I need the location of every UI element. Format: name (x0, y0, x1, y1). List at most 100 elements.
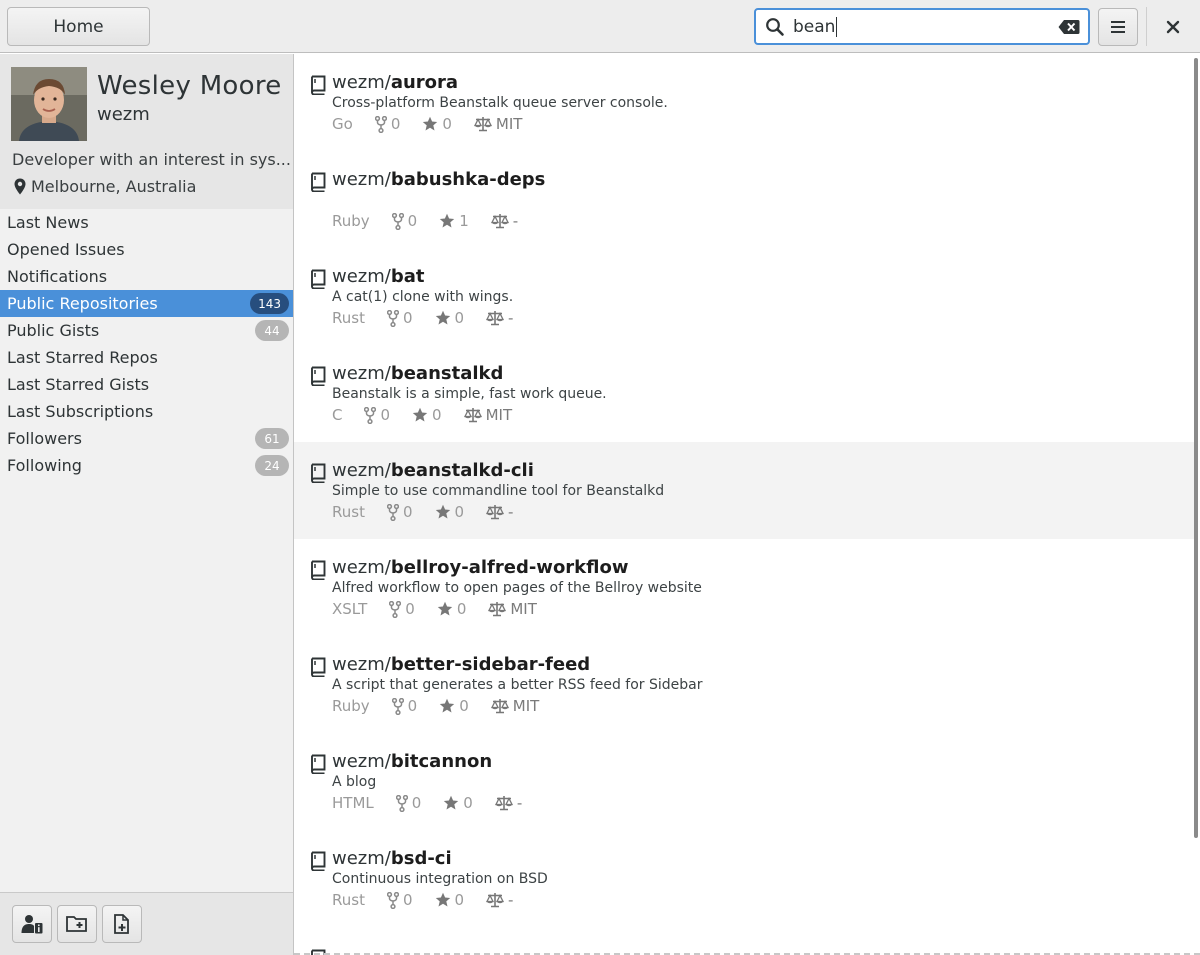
repo-meta: C 0 0 MIT (332, 406, 512, 424)
star-count: 0 (442, 115, 452, 133)
repo-full-name[interactable]: wezm/bitcannon (332, 751, 492, 772)
repo-forks: 0 (374, 115, 400, 133)
sidebar: Wesley Moore wezm Developer with an inte… (0, 54, 294, 955)
fork-icon (391, 697, 404, 715)
menu-button[interactable] (1098, 8, 1138, 46)
star-icon (423, 116, 438, 131)
search-input[interactable]: bean (754, 8, 1090, 45)
star-count: 0 (432, 406, 442, 424)
text-caret (836, 16, 838, 37)
repo-list-item[interactable]: wezm/aurora Cross-platform Beanstalk que… (294, 54, 1196, 151)
repo-list-item[interactable]: wezm/beanstalkd Beanstalk is a simple, f… (294, 345, 1196, 442)
sidebar-item-followers[interactable]: Followers 61 (0, 425, 293, 452)
repo-list-item[interactable]: wezm/bat A cat(1) clone with wings. Rust… (294, 248, 1196, 345)
home-button[interactable]: Home (7, 7, 150, 46)
repo-owner: wezm/ (332, 363, 391, 384)
star-icon (435, 892, 450, 907)
sidebar-nav: Last News Opened Issues Notifications Pu… (0, 209, 293, 479)
repo-language: Go (332, 115, 353, 133)
location-pin-icon (14, 178, 26, 195)
repo-name: beanstalkd-cli (390, 460, 534, 481)
fork-count: 0 (411, 794, 422, 812)
repo-full-name[interactable]: wezm/better-sidebar-feed (332, 654, 590, 675)
fork-count: 0 (405, 600, 415, 618)
sidebar-item-public-gists[interactable]: Public Gists 44 (0, 317, 293, 344)
repo-full-name[interactable]: wezm/beanstalkd (332, 363, 503, 384)
repo-full-name[interactable]: wezm/beanstalkd-cli (332, 460, 534, 481)
repo-full-name[interactable]: wezm/bsd-ci (332, 848, 452, 869)
repo-meta: Ruby 0 0 MIT (332, 697, 539, 715)
repo-forks: 0 (395, 794, 422, 812)
repo-full-name[interactable]: wezm/aurora (332, 72, 458, 93)
sidebar-footer (0, 892, 293, 955)
repo-meta: Ruby 0 1 - (332, 212, 518, 230)
fork-count: 0 (407, 697, 418, 715)
license-name: MIT (512, 697, 540, 715)
star-count: 0 (454, 309, 465, 327)
scales-icon (473, 117, 492, 132)
close-icon (1166, 20, 1180, 34)
star-count: 0 (459, 697, 469, 715)
repo-full-name[interactable]: wezm/bat (332, 266, 424, 287)
repo-full-name[interactable]: wezm/bellroy-alfred-workflow (332, 557, 629, 578)
sidebar-item-opened-issues[interactable]: Opened Issues (0, 236, 293, 263)
sidebar-item-last-news[interactable]: Last News (0, 209, 293, 236)
sidebar-item-notifications[interactable]: Notifications (0, 263, 293, 290)
repo-owner: wezm/ (332, 460, 391, 481)
license-name: - (516, 794, 523, 812)
close-button[interactable] (1160, 14, 1186, 40)
new-folder-button[interactable] (57, 905, 97, 943)
scales-icon (486, 311, 505, 326)
repo-owner: wezm/ (332, 557, 391, 578)
repo-stars: 0 (439, 697, 469, 715)
license-name: MIT (495, 115, 523, 133)
user-info-button[interactable] (12, 905, 52, 943)
profile-name: Wesley Moore (97, 71, 282, 101)
repo-stars: 0 (435, 891, 464, 909)
fork-count: 0 (407, 212, 418, 230)
repo-stars: 1 (439, 212, 469, 230)
sidebar-item-following[interactable]: Following 24 (0, 452, 293, 479)
repo-name: better-sidebar-feed (390, 654, 591, 675)
scrollbar[interactable] (1194, 58, 1198, 838)
repo-list-item[interactable]: wezm/bsd-ci Continuous integration on BS… (294, 830, 1196, 927)
clear-search-icon[interactable] (1058, 19, 1080, 35)
star-count: 0 (456, 600, 467, 618)
repo-list-item[interactable]: wezm/better-sidebar-feed A script that g… (294, 636, 1196, 733)
sidebar-item-last-starred-repos[interactable]: Last Starred Repos (0, 344, 293, 371)
repo-list-item[interactable]: wezm/bitcannon A blog HTML 0 0 - (294, 733, 1196, 830)
count-badge: 24 (255, 455, 289, 476)
header-separator (1146, 7, 1147, 46)
repo-full-name[interactable]: wezm/babushka-deps (332, 169, 545, 190)
sidebar-item-public-repositories[interactable]: Public Repositories 143 (0, 290, 293, 317)
sidebar-item-label: Public Gists (7, 321, 100, 340)
scales-icon (486, 505, 505, 520)
star-icon (440, 213, 455, 228)
repo-list-item[interactable]: wezm/babushka-deps Ruby 0 1 - (294, 151, 1196, 248)
repo-list: wezm/aurora Cross-platform Beanstalk que… (294, 54, 1200, 955)
star-icon (444, 795, 459, 810)
repo-book-icon (311, 269, 326, 289)
sidebar-item-last-starred-gists[interactable]: Last Starred Gists (0, 371, 293, 398)
list-item-partial[interactable] (294, 928, 1196, 955)
sidebar-item-last-subscriptions[interactable]: Last Subscriptions (0, 398, 293, 425)
repo-description: Continuous integration on BSD (332, 871, 548, 887)
new-file-button[interactable] (102, 905, 142, 943)
profile-location: Melbourne, Australia (14, 177, 196, 196)
repo-license: MIT (488, 600, 537, 618)
repo-list-item[interactable]: wezm/bellroy-alfred-workflow Alfred work… (294, 539, 1196, 636)
repo-list-item[interactable]: wezm/beanstalkd-cli Simple to use comman… (294, 442, 1196, 539)
repo-description: Simple to use commandline tool for Beans… (332, 483, 665, 499)
repo-language: HTML (332, 794, 374, 812)
repo-description: Beanstalk is a simple, fast work queue. (332, 386, 607, 402)
scales-icon (463, 408, 482, 423)
sidebar-item-label: Following (7, 456, 82, 475)
repo-book-icon (311, 657, 326, 677)
sidebar-item-label: Followers (7, 429, 82, 448)
fork-icon (364, 406, 377, 424)
repo-language: XSLT (332, 600, 368, 618)
scales-icon (488, 602, 507, 617)
repo-name: bsd-ci (390, 848, 452, 869)
repo-owner: wezm/ (332, 751, 391, 772)
repo-meta: Rust 0 0 - (332, 309, 513, 327)
